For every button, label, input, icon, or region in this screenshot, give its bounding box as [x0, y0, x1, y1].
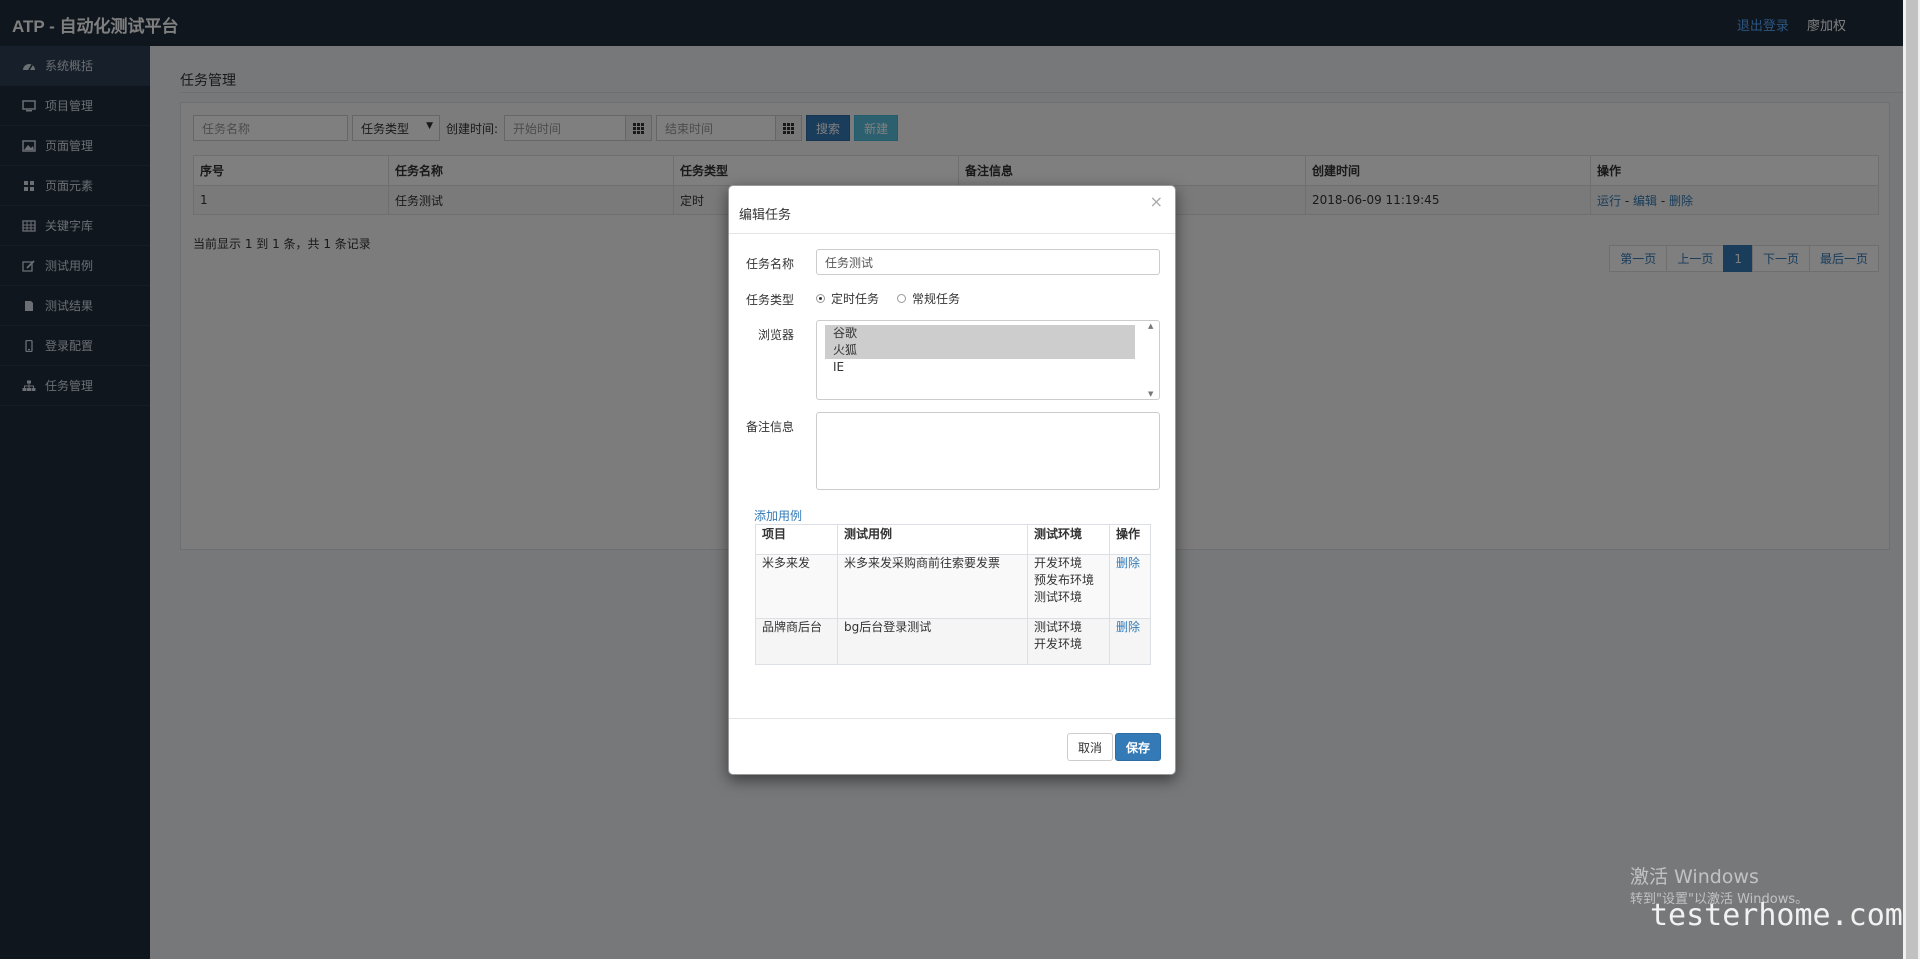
modal-footer-divider	[729, 718, 1175, 719]
cell-envs: 开发环境 预发布环境 测试环境	[1027, 554, 1110, 619]
note-textarea[interactable]	[816, 412, 1160, 490]
edit-task-modal: 编辑任务 × 任务名称 任务测试 任务类型 定时任务 常规任务 浏览器 谷歌 火…	[728, 185, 1176, 775]
scroll-up-icon[interactable]: ▲	[1148, 322, 1153, 330]
page-scrollbar[interactable]	[1903, 0, 1920, 959]
col-header: 操作	[1109, 524, 1151, 555]
save-button[interactable]: 保存	[1114, 733, 1161, 761]
cell-envs: 测试环境 开发环境	[1027, 618, 1110, 665]
cell-case: 米多来发采购商前往索要发票	[837, 554, 1028, 619]
task-type-label: 任务类型	[745, 293, 794, 307]
cell-case: bg后台登录测试	[837, 618, 1028, 665]
cell-project: 米多来发	[755, 554, 838, 619]
radio-timed[interactable]	[816, 294, 825, 303]
windows-activation-title: 激活 Windows	[1630, 866, 1759, 888]
browser-option[interactable]: 谷歌	[825, 325, 1135, 342]
delete-case-link[interactable]: 删除	[1116, 620, 1140, 634]
cell-action: 删除	[1109, 554, 1151, 619]
browser-option[interactable]: 火狐	[825, 342, 1135, 359]
browser-option[interactable]: IE	[825, 359, 1135, 376]
case-header-row: 项目 测试用例 测试环境 操作	[755, 524, 1151, 555]
env-item: 开发环境	[1034, 637, 1083, 651]
col-header: 测试环境	[1027, 524, 1110, 555]
cell-project: 品牌商后台	[755, 618, 838, 665]
scrollbar-thumb[interactable]	[1906, 0, 1918, 959]
table-row: 米多来发 米多来发采购商前往索要发票 开发环境 预发布环境 测试环境 删除	[755, 554, 1151, 619]
add-case-link[interactable]: 添加用例	[754, 507, 802, 524]
radio-timed-label: 定时任务	[831, 292, 880, 306]
env-item: 开发环境	[1034, 556, 1083, 570]
cell-action: 删除	[1109, 618, 1151, 665]
env-item: 测试环境	[1034, 590, 1083, 604]
radio-normal[interactable]	[897, 294, 907, 303]
scroll-down-icon[interactable]: ▼	[1148, 390, 1153, 398]
table-row: 品牌商后台 bg后台登录测试 测试环境 开发环境 删除	[755, 618, 1151, 665]
case-table: 项目 测试用例 测试环境 操作 米多来发 米多来发采购商前往索要发票 开发环境 …	[755, 524, 1151, 665]
browser-label: 浏览器	[757, 328, 794, 342]
site-watermark: testerhome.com	[1650, 898, 1903, 933]
col-header: 项目	[755, 524, 838, 555]
col-header: 测试用例	[837, 524, 1028, 555]
modal-header: 编辑任务 ×	[729, 186, 1175, 234]
modal-title: 编辑任务	[739, 208, 792, 223]
close-icon[interactable]: ×	[1150, 192, 1163, 211]
task-name-field[interactable]: 任务测试	[816, 249, 1160, 275]
env-item: 测试环境	[1034, 620, 1083, 634]
delete-case-link[interactable]: 删除	[1116, 556, 1140, 570]
radio-normal-label: 常规任务	[912, 292, 961, 306]
task-type-radio-group: 定时任务 常规任务	[816, 290, 960, 307]
cancel-button[interactable]: 取消	[1066, 733, 1113, 761]
scrollbar[interactable]: ▲ ▼	[1145, 321, 1159, 399]
env-item: 预发布环境	[1034, 573, 1095, 587]
note-label: 备注信息	[745, 420, 794, 434]
browser-multiselect[interactable]: 谷歌 火狐 IE ▲ ▼	[816, 320, 1160, 400]
task-name-label: 任务名称	[745, 257, 794, 271]
